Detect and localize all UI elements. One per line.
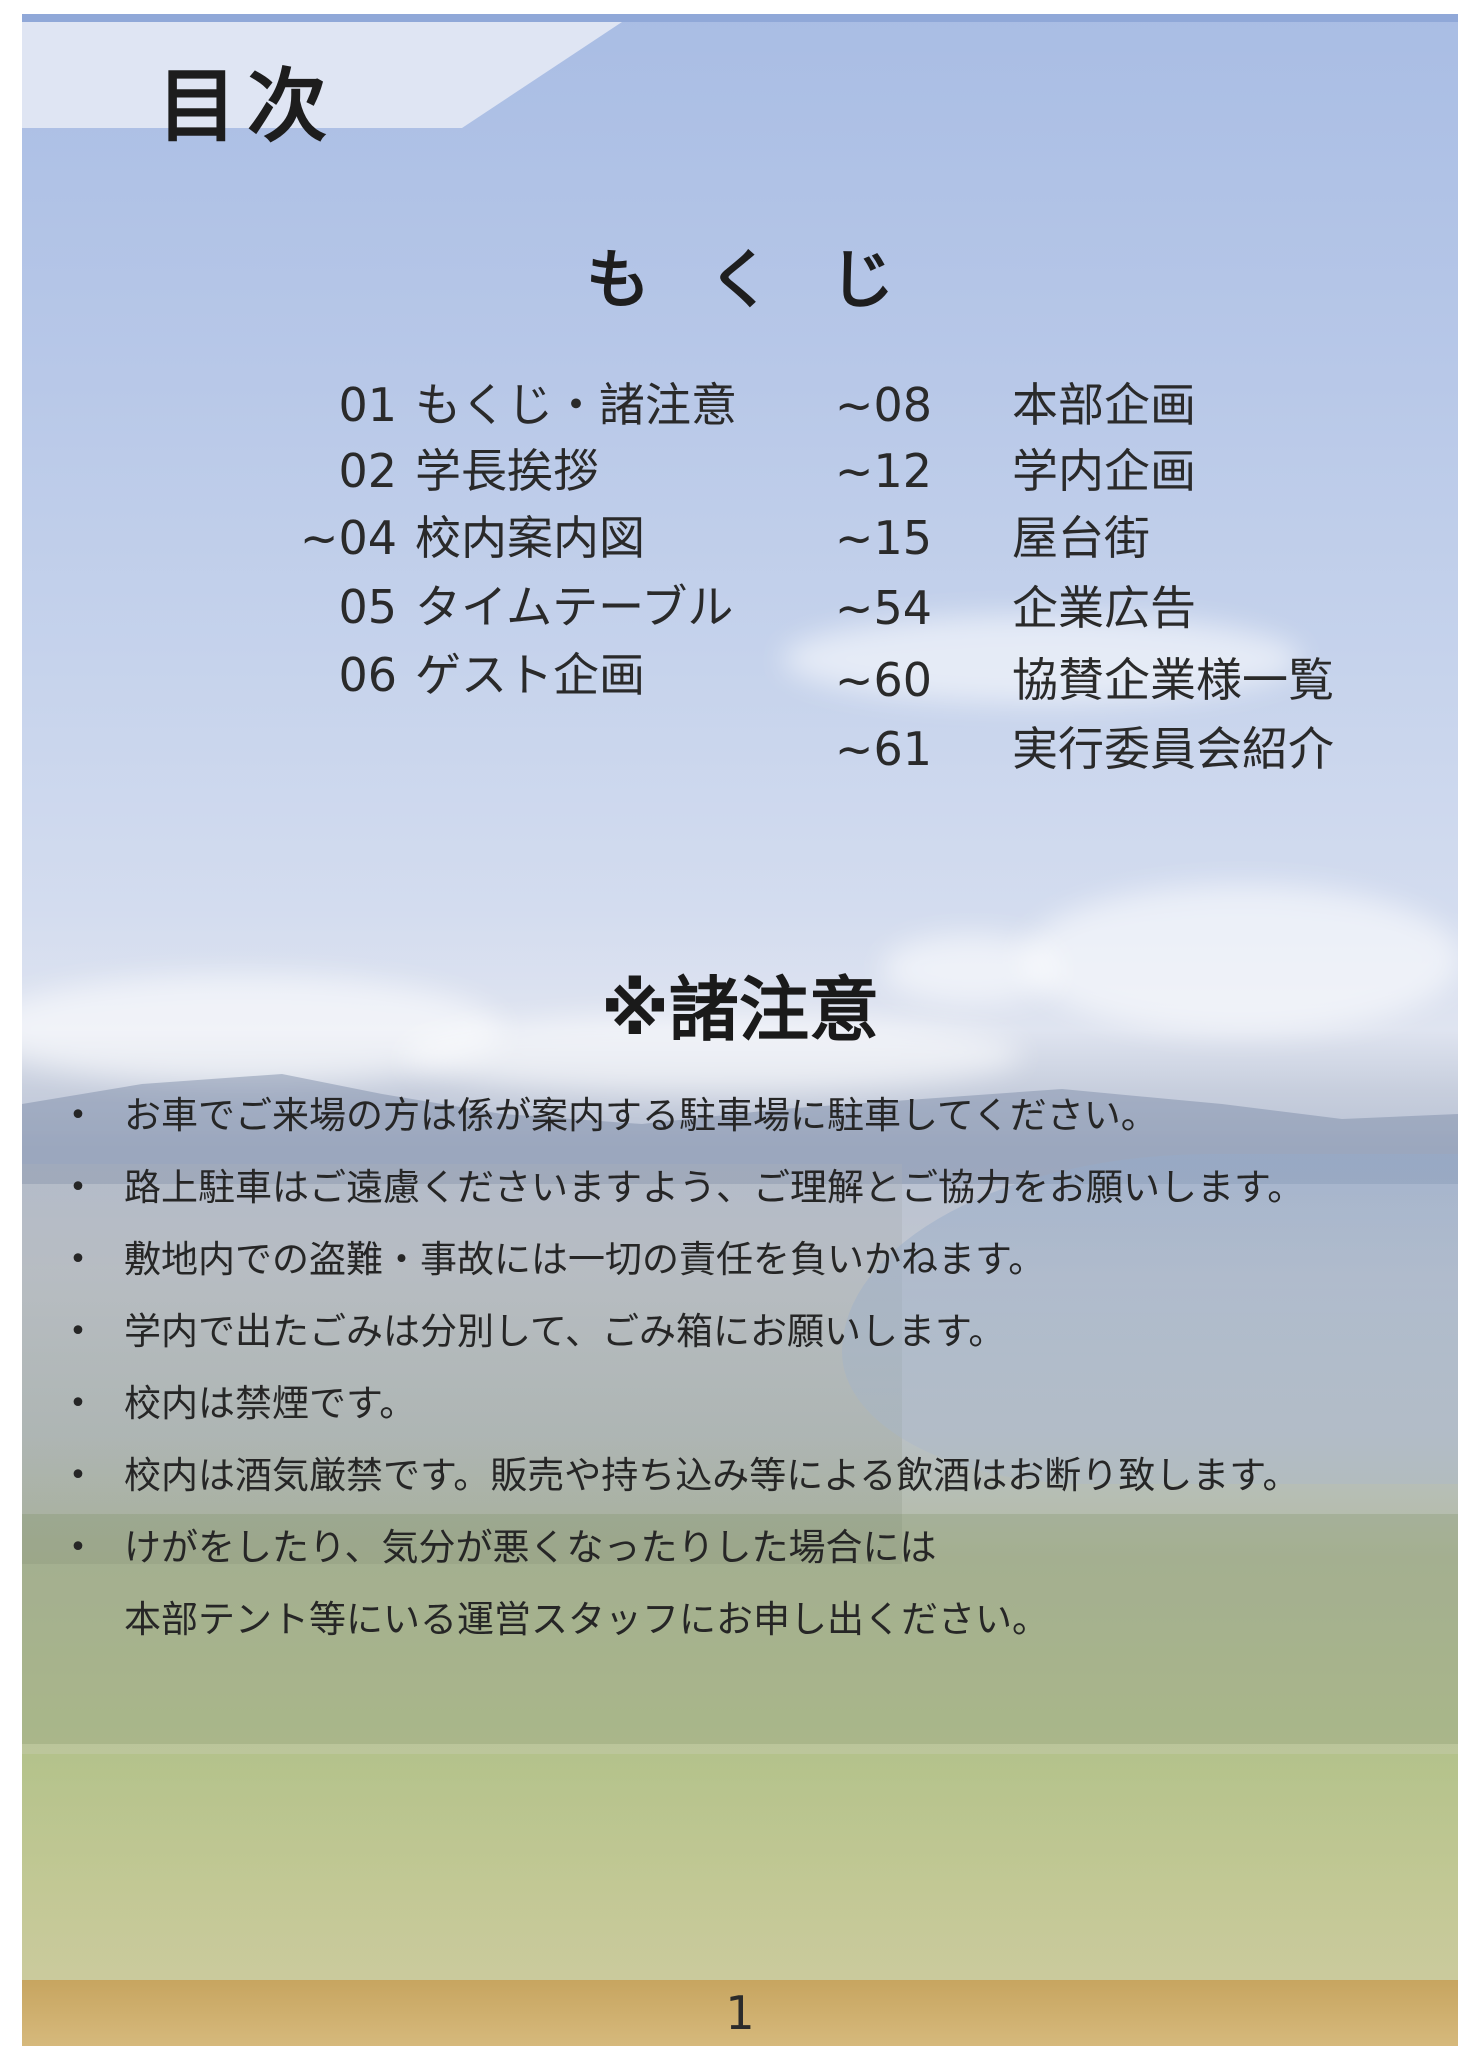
notice-item: • けがをしたり、気分が悪くなったりした場合には本部テント等にいる運営スタッフにお… — [58, 1512, 1458, 1656]
toc-page-number: ~15 — [834, 511, 932, 565]
notice-item: • 校内は禁煙です。 — [58, 1368, 1458, 1440]
toc-entry[interactable]: ~08 本部企画 — [835, 372, 1412, 438]
toc-page-number: ~61 — [834, 722, 932, 776]
bullet-icon: • — [69, 1314, 87, 1349]
notices-heading: ※諸注意 — [600, 969, 880, 1051]
toc-left-column: 01 もくじ・諸注意 02 学長挨拶 ~04 校内案内図 05 タイムテーブル 06 ゲ… — [252, 372, 792, 708]
bullet-icon: • — [69, 1458, 87, 1493]
notice-text: けがをしたり、気分が悪くなったりした場合には — [124, 1526, 937, 1569]
toc-page-number: ~54 — [834, 581, 932, 635]
toc-entry-title: 屋台街 — [1012, 511, 1150, 565]
toc-entry-title: 学内企画 — [1012, 444, 1196, 498]
bullet-icon: • — [69, 1386, 87, 1421]
page-number: 1 — [725, 1986, 755, 2040]
toc-entry-title: 本部企画 — [1012, 378, 1196, 432]
toc-entry-title: ゲスト企画 — [415, 648, 645, 702]
toc-heading: もくじ — [586, 243, 952, 318]
toc-entry[interactable]: 06 ゲスト企画 — [252, 642, 792, 708]
toc-page-number: ~60 — [834, 653, 932, 707]
toc-entry-title: もくじ・諸注意 — [415, 378, 737, 432]
notice-text: お車でご来場の方は係が案内する駐車場に駐車してください。 — [124, 1094, 1158, 1137]
notice-text: 路上駐車はご遠慮くださいますよう、ご理解とご協力をお願いします。 — [124, 1166, 1305, 1209]
toc-entry[interactable]: 01 もくじ・諸注意 — [252, 372, 792, 438]
toc-page-number: 01 — [338, 378, 397, 432]
toc-page-number: 05 — [338, 580, 397, 634]
notice-text-continuation: 本部テント等にいる運営スタッフにお申し出ください。 — [124, 1598, 1049, 1641]
toc-entry-title: 校内案内図 — [415, 511, 645, 565]
toc-entry[interactable]: ~04 校内案内図 — [252, 504, 792, 572]
toc-right-column: ~08 本部企画 ~12 学内企画 ~15 屋台街 ~54 企業広告 ~60 協賛企業様一… — [835, 372, 1412, 782]
toc-page-number: ~08 — [834, 378, 932, 432]
bullet-icon: • — [69, 1242, 87, 1277]
notice-text: 敷地内での盗難・事故には一切の責任を負いかねます。 — [124, 1238, 1046, 1281]
page: 目次 もくじ 01 もくじ・諸注意 02 学長挨拶 ~04 校内案内図 05 タイムテ… — [22, 14, 1458, 2046]
toc-entry-title: タイムテーブル — [415, 580, 734, 634]
page-header-title: 目次 — [157, 59, 337, 153]
toc-entry-title: 実行委員会紹介 — [1012, 722, 1334, 776]
notice-item: • 校内は酒気厳禁です。販売や持ち込み等による飲酒はお断り致します。 — [58, 1440, 1458, 1512]
notice-item: • 学内で出たごみは分別して、ごみ箱にお願いします。 — [58, 1296, 1458, 1368]
notice-text: 学内で出たごみは分別して、ごみ箱にお願いします。 — [124, 1310, 1006, 1353]
toc-entry[interactable]: 02 学長挨拶 — [252, 438, 792, 504]
top-strip — [22, 14, 1458, 22]
toc-entry[interactable]: ~60 協賛企業様一覧 — [835, 644, 1412, 716]
notice-item: • 路上駐車はご遠慮くださいますよう、ご理解とご協力をお願いします。 — [58, 1152, 1458, 1224]
toc-page-number: 06 — [338, 648, 397, 702]
notice-item: • 敷地内での盗難・事故には一切の責任を負いかねます。 — [58, 1224, 1458, 1296]
notice-text: 校内は酒気厳禁です。販売や持ち込み等による飲酒はお断り致します。 — [124, 1454, 1300, 1497]
toc-entry[interactable]: ~15 屋台街 — [835, 504, 1412, 572]
bullet-icon: • — [69, 1098, 87, 1133]
toc-entry-title: 協賛企業様一覧 — [1012, 653, 1334, 707]
toc-entry[interactable]: ~54 企業広告 — [835, 572, 1412, 644]
notice-text: 校内は禁煙です。 — [124, 1382, 417, 1425]
toc-entry[interactable]: ~12 学内企画 — [835, 438, 1412, 504]
toc-entry-title: 学長挨拶 — [415, 444, 599, 498]
toc-entry[interactable]: ~61 実行委員会紹介 — [835, 716, 1412, 782]
notices-list: • お車でご来場の方は係が案内する駐車場に駐車してください。 • 路上駐車はご遠慮く… — [58, 1080, 1458, 1656]
toc-page-number: ~12 — [834, 444, 932, 498]
notice-item: • お車でご来場の方は係が案内する駐車場に駐車してください。 — [58, 1080, 1458, 1152]
bullet-icon: • — [69, 1530, 87, 1565]
lawn — [22, 1754, 1458, 1984]
toc-page-number: ~04 — [299, 511, 397, 565]
bullet-icon: • — [69, 1170, 87, 1205]
toc-entry[interactable]: 05 タイムテーブル — [252, 572, 792, 642]
toc-entry-title: 企業広告 — [1012, 581, 1196, 635]
toc-page-number: 02 — [338, 444, 397, 498]
